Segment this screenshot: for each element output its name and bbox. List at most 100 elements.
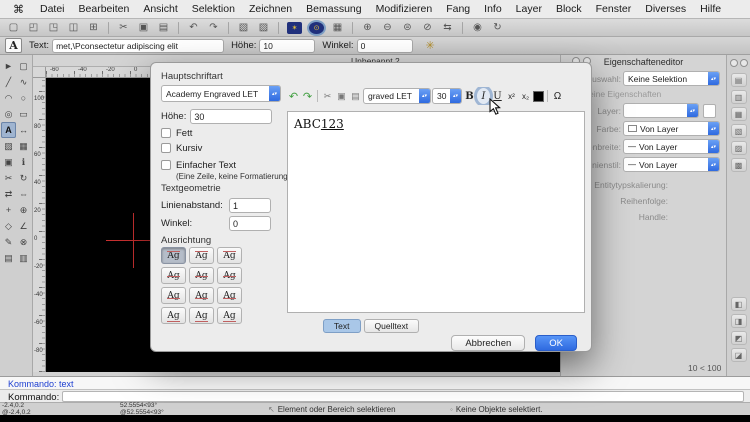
- deselect-icon[interactable]: ▨: [255, 20, 272, 35]
- selection-tool[interactable]: ►: [1, 58, 16, 74]
- eu-flag-icon[interactable]: ✶: [287, 21, 302, 34]
- move-tool[interactable]: ⇔: [16, 186, 31, 202]
- layer-select[interactable]: ▴▾: [623, 103, 699, 118]
- bold-checkbox[interactable]: [161, 128, 171, 138]
- text-color-button[interactable]: [533, 90, 544, 102]
- main-font-select[interactable]: Academy Engraved LET ▴▾: [161, 85, 281, 102]
- cut-icon[interactable]: ✂: [115, 20, 132, 35]
- menu-item[interactable]: Selektion: [185, 0, 242, 18]
- previous-view-icon[interactable]: ⊘: [419, 20, 436, 35]
- color-select[interactable]: Von Layer ▴▾: [623, 121, 720, 136]
- new-file-icon[interactable]: ▢: [5, 20, 22, 35]
- paste-icon[interactable]: ▤: [155, 20, 172, 35]
- copy-icon[interactable]: ▣: [135, 20, 152, 35]
- open-file-icon[interactable]: ◰: [25, 20, 42, 35]
- snap-tool[interactable]: +: [1, 202, 16, 218]
- tab-text[interactable]: Text: [322, 319, 361, 333]
- print-icon[interactable]: ◫: [65, 20, 82, 35]
- height-input[interactable]: [259, 38, 316, 53]
- text-content-editor[interactable]: ABC 123: [287, 111, 585, 313]
- align-top-left[interactable]: Ag: [161, 247, 186, 264]
- bold-checkbox-row[interactable]: Fett: [161, 128, 192, 139]
- redo-button[interactable]: ↷: [301, 88, 314, 104]
- editor-font-select[interactable]: graved LET ▴▾: [363, 88, 431, 104]
- cut-button[interactable]: ✂: [321, 88, 334, 104]
- dock-float-icon[interactable]: [729, 59, 738, 67]
- apple-menu-icon[interactable]: ⌘: [4, 3, 33, 16]
- zoom-in-icon[interactable]: ⊕: [359, 20, 376, 35]
- layer-list-toggle-icon[interactable]: ▥: [730, 90, 747, 104]
- hatch-tool[interactable]: ▨: [1, 138, 16, 154]
- menu-item[interactable]: Fenster: [589, 0, 639, 18]
- align-base-right[interactable]: Ag: [217, 287, 242, 304]
- menu-item[interactable]: Info: [477, 0, 509, 18]
- separator[interactable]: [178, 21, 179, 34]
- mirror-tool[interactable]: ⇄: [1, 186, 16, 202]
- zoom-out-icon[interactable]: ⊖: [379, 20, 396, 35]
- align-base-left[interactable]: Ag: [161, 287, 186, 304]
- align-middle-left[interactable]: Ag: [161, 267, 186, 284]
- align-base-center[interactable]: Ag: [189, 287, 214, 304]
- paste-button[interactable]: ▤: [349, 88, 362, 104]
- dock-close-icon[interactable]: [739, 59, 748, 67]
- menu-item[interactable]: Zeichnen: [242, 0, 299, 18]
- info-options-toggle-icon[interactable]: ◨: [730, 314, 747, 328]
- ok-button[interactable]: OK: [535, 335, 577, 351]
- special-characters-button[interactable]: Ω: [551, 88, 564, 104]
- menu-item[interactable]: Datei: [33, 0, 72, 18]
- selection-select[interactable]: Keine Selektion ▴▾: [623, 71, 720, 86]
- italic-checkbox-row[interactable]: Kursiv: [161, 143, 202, 154]
- italic-checkbox[interactable]: [161, 143, 171, 153]
- center-snap-tool[interactable]: ⊕: [16, 202, 31, 218]
- print-preview-icon[interactable]: ⊞: [85, 20, 102, 35]
- menu-item[interactable]: Hilfe: [693, 0, 728, 18]
- tab-source[interactable]: Quelltext: [363, 319, 420, 333]
- line-spacing-input[interactable]: [229, 198, 271, 213]
- linetype-select[interactable]: — Von Layer ▴▾: [623, 157, 720, 172]
- align-top-right[interactable]: Ag: [217, 247, 242, 264]
- menu-item[interactable]: Diverses: [638, 0, 693, 18]
- bold-button[interactable]: B: [463, 88, 476, 104]
- undo-button[interactable]: ↶: [287, 88, 300, 104]
- separator[interactable]: [108, 21, 109, 34]
- command-input[interactable]: [62, 391, 744, 402]
- spline-tool[interactable]: ∿: [16, 74, 31, 90]
- layer-extra-button[interactable]: [703, 104, 716, 118]
- separator[interactable]: [462, 21, 463, 34]
- command-line-toggle-icon[interactable]: ▩: [730, 158, 747, 172]
- block-tool[interactable]: ▣: [1, 154, 16, 170]
- menu-item[interactable]: Ansicht: [136, 0, 184, 18]
- tool-options-toggle-icon[interactable]: ◪: [730, 348, 747, 362]
- menu-item[interactable]: Block: [549, 0, 589, 18]
- angle-tool[interactable]: ∠: [16, 218, 31, 234]
- special-symbol-icon[interactable]: ✳: [422, 38, 439, 53]
- circle-tool[interactable]: ○: [16, 90, 31, 106]
- image-tool[interactable]: ▦: [16, 138, 31, 154]
- separator[interactable]: [278, 21, 279, 34]
- align-middle-center[interactable]: Ag: [189, 267, 214, 284]
- dialog-angle-input[interactable]: [229, 216, 271, 231]
- pan-icon[interactable]: ⇆: [439, 20, 456, 35]
- selection-area-tool[interactable]: ▢: [16, 58, 31, 74]
- layer-tool[interactable]: ▤: [1, 250, 16, 266]
- menu-item[interactable]: Bemassung: [299, 0, 368, 18]
- redo-icon[interactable]: ↷: [205, 20, 222, 35]
- separator[interactable]: [352, 21, 353, 34]
- angle-input[interactable]: [356, 38, 413, 53]
- cancel-button[interactable]: Abbrechen: [451, 335, 526, 351]
- menu-item[interactable]: Layer: [509, 0, 549, 18]
- superscript-button[interactable]: x²: [505, 88, 518, 104]
- menu-item[interactable]: Bearbeiten: [72, 0, 137, 18]
- undo-icon[interactable]: ↶: [185, 20, 202, 35]
- save-file-icon[interactable]: ◳: [45, 20, 62, 35]
- arc-tool[interactable]: ◠: [1, 90, 16, 106]
- subscript-button[interactable]: x₂: [519, 88, 532, 104]
- menu-item[interactable]: Modifizieren: [369, 0, 440, 18]
- align-top-center[interactable]: Ag: [189, 247, 214, 264]
- text-value-input[interactable]: [52, 38, 225, 53]
- view-list-toggle-icon[interactable]: ▧: [730, 124, 747, 138]
- main-height-input[interactable]: [190, 109, 273, 124]
- menu-item[interactable]: Fang: [439, 0, 477, 18]
- text-tool[interactable]: A: [1, 122, 16, 138]
- align-middle-right[interactable]: Ag: [217, 267, 242, 284]
